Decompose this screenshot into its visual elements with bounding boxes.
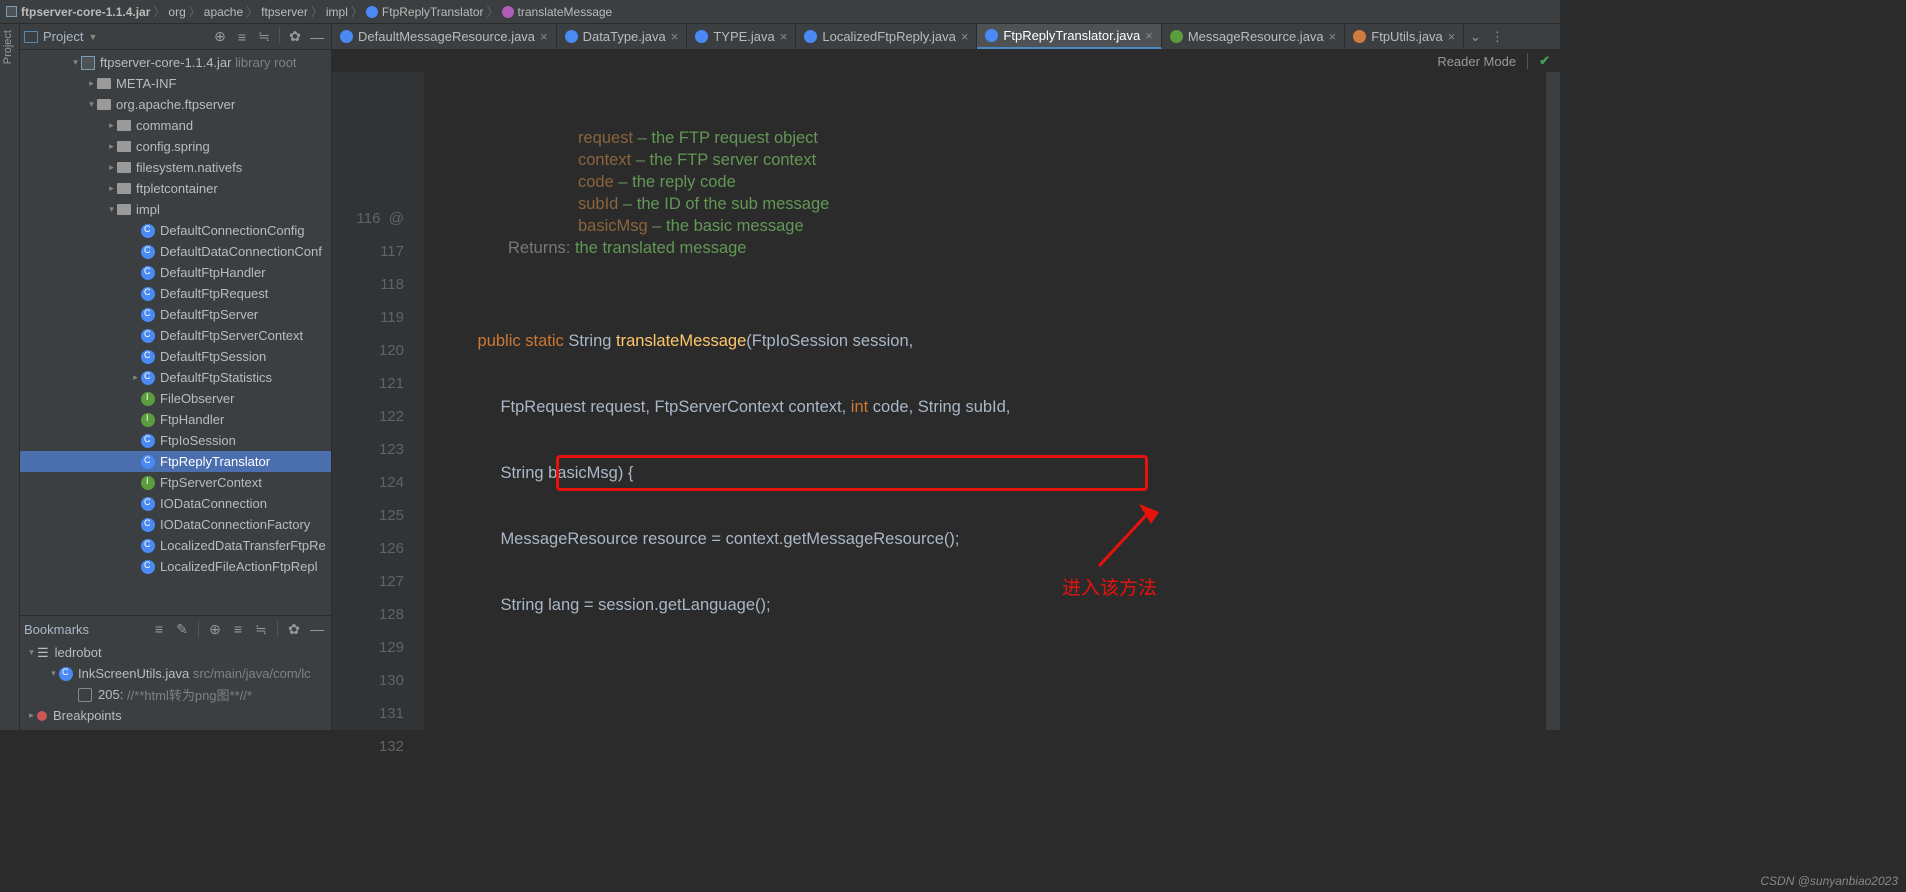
tab-FtpUtils-java[interactable]: FtpUtils.java× — [1345, 24, 1464, 49]
tree-item-IODataConnectionFactory[interactable]: IODataConnectionFactory — [20, 514, 331, 535]
close-icon[interactable]: × — [1329, 29, 1337, 44]
collapse-icon[interactable]: ≒ — [254, 27, 274, 47]
reader-mode-label[interactable]: Reader Mode — [1437, 54, 1516, 69]
close-icon[interactable]: × — [540, 29, 548, 44]
tab-MessageResource-java[interactable]: MessageResource.java× — [1162, 24, 1345, 49]
bm-file[interactable]: ▾InkScreenUtils.java src/main/java/com/l… — [20, 663, 331, 684]
locate-icon[interactable]: ⊕ — [210, 27, 230, 47]
rail-project-tab[interactable]: Project — [0, 24, 16, 70]
expand-icon[interactable]: ≡ — [232, 27, 252, 47]
check-icon[interactable]: ✔ — [1539, 53, 1550, 69]
crumb-ftpserver[interactable]: ftpserver — [261, 5, 308, 19]
editor-tabs: DefaultMessageResource.java×DataType.jav… — [332, 24, 1560, 50]
tree-item-DefaultFtpServer[interactable]: DefaultFtpServer — [20, 304, 331, 325]
breadcrumb: ftpserver-core-1.1.4.jar〉 org〉 apache〉 f… — [0, 0, 1560, 24]
crumb-jar[interactable]: ftpserver-core-1.1.4.jar — [6, 5, 150, 19]
bm-hide-icon[interactable]: — — [307, 619, 327, 639]
tree-filesystem[interactable]: ▸filesystem.nativefs — [20, 157, 331, 178]
bm-item[interactable]: 205: //**html转为png图**//* — [20, 684, 331, 705]
left-rail: Project — [0, 24, 20, 730]
more-tabs-icon[interactable]: ⌄ — [1464, 24, 1486, 49]
tree-item-DefaultDataConnectionConf[interactable]: DefaultDataConnectionConf — [20, 241, 331, 262]
tree-pkg[interactable]: ▾org.apache.ftpserver — [20, 94, 331, 115]
tree-command[interactable]: ▸command — [20, 115, 331, 136]
annotation-arrow-icon — [1089, 502, 1169, 582]
tree-item-LocalizedFileActionFtpRepl[interactable]: LocalizedFileActionFtpRepl — [20, 556, 331, 577]
bm-collapse-icon[interactable]: ≒ — [251, 619, 271, 639]
close-icon[interactable]: × — [1145, 28, 1153, 43]
tree-item-DefaultFtpServerContext[interactable]: DefaultFtpServerContext — [20, 325, 331, 346]
tree-item-IODataConnection[interactable]: IODataConnection — [20, 493, 331, 514]
crumb-org[interactable]: org — [168, 5, 185, 19]
tree-meta[interactable]: ▸META-INF — [20, 73, 331, 94]
project-tool-header: Project▼ ⊕ ≡ ≒ ✿ — — [20, 24, 331, 50]
bm-expand-icon[interactable]: ≡ — [228, 619, 248, 639]
tree-ftplet[interactable]: ▸ftpletcontainer — [20, 178, 331, 199]
crumb-apache[interactable]: apache — [204, 5, 243, 19]
tree-item-FtpServerContext[interactable]: FtpServerContext — [20, 472, 331, 493]
code-editor[interactable]: request – the FTP request object context… — [424, 72, 1546, 730]
right-rail — [1546, 72, 1560, 730]
annotation-label: 进入该方法 — [1062, 572, 1157, 605]
tree-jar-root[interactable]: ▾ftpserver-core-1.1.4.jar library root — [20, 52, 331, 73]
tab-DefaultMessageResource-java[interactable]: DefaultMessageResource.java× — [332, 24, 557, 49]
crumb-class[interactable]: FtpReplyTranslator — [366, 5, 484, 19]
close-icon[interactable]: × — [780, 29, 788, 44]
tree-config[interactable]: ▸config.spring — [20, 136, 331, 157]
close-icon[interactable]: × — [961, 29, 969, 44]
settings-icon[interactable]: ✿ — [285, 27, 305, 47]
tree-item-DefaultFtpStatistics[interactable]: ▸DefaultFtpStatistics — [20, 367, 331, 388]
bm-filter-icon[interactable]: ≡ — [149, 619, 169, 639]
tree-item-DefaultFtpRequest[interactable]: DefaultFtpRequest — [20, 283, 331, 304]
tree-item-DefaultFtpHandler[interactable]: DefaultFtpHandler — [20, 262, 331, 283]
tree-item-FtpIoSession[interactable]: FtpIoSession — [20, 430, 331, 451]
tree-item-FtpHandler[interactable]: FtpHandler — [20, 409, 331, 430]
tab-FtpReplyTranslator-java[interactable]: FtpReplyTranslator.java× — [977, 24, 1161, 49]
crumb-method[interactable]: translateMessage — [502, 5, 613, 19]
tree-item-DefaultConnectionConfig[interactable]: DefaultConnectionConfig — [20, 220, 331, 241]
tab-DataType-java[interactable]: DataType.java× — [557, 24, 688, 49]
close-icon[interactable]: × — [671, 29, 679, 44]
tree-impl[interactable]: ▾impl — [20, 199, 331, 220]
bm-locate-icon[interactable]: ⊕ — [205, 619, 225, 639]
tree-item-FileObserver[interactable]: FileObserver — [20, 388, 331, 409]
tree-item-FtpReplyTranslator[interactable]: FtpReplyTranslator — [20, 451, 331, 472]
close-icon[interactable]: × — [1448, 29, 1456, 44]
bm-settings-icon[interactable]: ✿ — [284, 619, 304, 639]
watermark: CSDN @sunyanbiao2023 — [1760, 874, 1898, 888]
project-tree: ▾ftpserver-core-1.1.4.jar library root ▸… — [20, 50, 331, 615]
bookmarks-title: Bookmarks — [24, 622, 146, 637]
bm-root[interactable]: ▾☰ ledrobot — [20, 642, 331, 663]
hide-icon[interactable]: — — [307, 27, 327, 47]
tab-LocalizedFtpReply-java[interactable]: LocalizedFtpReply.java× — [796, 24, 977, 49]
bm-edit-icon[interactable]: ✎ — [172, 619, 192, 639]
tree-item-DefaultFtpSession[interactable]: DefaultFtpSession — [20, 346, 331, 367]
tree-item-LocalizedDataTransferFtpRe[interactable]: LocalizedDataTransferFtpRe — [20, 535, 331, 556]
reader-mode-bar: Reader Mode ✔ — [332, 50, 1560, 72]
crumb-impl[interactable]: impl — [326, 5, 348, 19]
tab-TYPE-java[interactable]: TYPE.java× — [687, 24, 796, 49]
project-view-selector[interactable]: Project▼ — [24, 29, 206, 44]
tab-menu-icon[interactable]: ⋮ — [1486, 24, 1508, 49]
bookmarks-header: Bookmarks ≡ ✎ ⊕ ≡ ≒ ✿ — — [20, 616, 331, 642]
bm-breakpoints[interactable]: ▸Breakpoints — [20, 705, 331, 726]
annotation-box — [556, 455, 1148, 491]
line-gutter: 116 @ 117 118 119 120 121 122 123 124 12… — [332, 72, 424, 730]
